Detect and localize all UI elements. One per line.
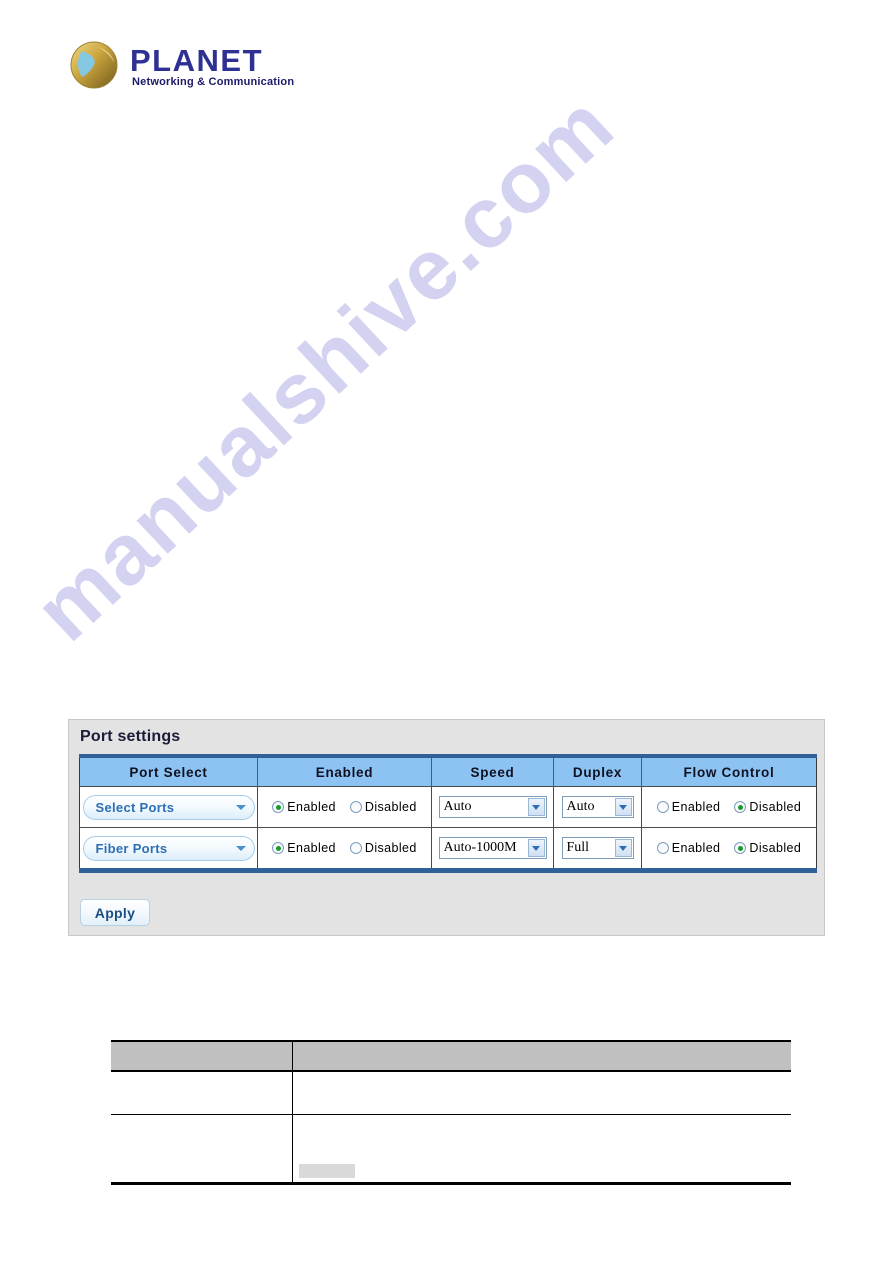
- column-header-port-select: Port Select: [79, 756, 258, 787]
- planet-logo-svg: PLANET Networking & Communication: [70, 41, 294, 89]
- chevron-down-icon[interactable]: [614, 839, 632, 857]
- cell-port-select: Fiber Ports: [79, 827, 258, 871]
- chevron-down-icon[interactable]: [614, 798, 632, 816]
- description-cell-text: [292, 1114, 791, 1185]
- description-cell-object: [111, 1114, 293, 1185]
- radio-enabled-off-row2[interactable]: Disabled: [349, 841, 417, 855]
- planet-logo: PLANET Networking & Communication: [68, 38, 338, 94]
- apply-button[interactable]: Apply: [80, 899, 150, 926]
- duplex-dropdown-value: Full: [566, 840, 590, 855]
- flow-control-radio-group-row1: Enabled Disabled: [642, 800, 816, 814]
- description-cell-object: [111, 1071, 293, 1115]
- description-table: [111, 1040, 791, 1185]
- duplex-dropdown-row1[interactable]: Auto: [561, 796, 634, 818]
- port-select-dropdown-fiber-ports[interactable]: Fiber Ports: [82, 835, 255, 861]
- radio-flow-on-row2[interactable]: Enabled: [656, 841, 721, 855]
- radio-button-icon[interactable]: [349, 842, 362, 854]
- radio-enabled-off-row1[interactable]: Disabled: [349, 800, 417, 814]
- port-settings-panel: Port settings Port Select Enabled Speed …: [68, 719, 825, 936]
- table-row: Fiber Ports Enabled Disabled Auto-1000M …: [79, 827, 817, 871]
- cell-flow-control: Enabled Disabled: [641, 827, 817, 871]
- description-table-row: [111, 1071, 791, 1115]
- inline-blank-chip: [298, 1163, 355, 1178]
- radio-enabled-on-row2[interactable]: Enabled: [272, 841, 336, 855]
- radio-button-icon[interactable]: [656, 801, 669, 813]
- speed-dropdown-value: Auto-1000M: [443, 840, 517, 855]
- chevron-down-icon[interactable]: [527, 798, 545, 816]
- enabled-radio-group-row1: Enabled Disabled: [258, 800, 431, 814]
- speed-dropdown-row2[interactable]: Auto-1000M: [438, 837, 547, 859]
- cell-duplex: Auto: [553, 786, 642, 828]
- radio-button-icon[interactable]: [272, 801, 285, 813]
- svg-text:PLANET: PLANET: [130, 43, 263, 78]
- watermark-text: manualshive.com: [16, 76, 633, 660]
- chevron-down-icon: [235, 804, 246, 810]
- table-header-row: Port Select Enabled Speed Duplex Flow Co…: [79, 756, 817, 787]
- description-header-object: [111, 1040, 293, 1072]
- radio-button-icon[interactable]: [734, 801, 747, 813]
- cell-port-select: Select Ports: [79, 786, 258, 828]
- description-header-description: [292, 1040, 791, 1072]
- radio-enabled-on-row1[interactable]: Enabled: [272, 800, 336, 814]
- chevron-down-icon[interactable]: [527, 839, 545, 857]
- radio-flow-off-row2[interactable]: Disabled: [734, 841, 801, 855]
- globe-icon: [70, 41, 118, 89]
- cell-enabled: Enabled Disabled: [257, 786, 432, 828]
- cell-speed: Auto-1000M: [431, 827, 554, 871]
- description-table-row: [111, 1114, 791, 1185]
- radio-button-icon[interactable]: [272, 842, 285, 854]
- panel-title: Port settings: [80, 728, 181, 745]
- brand-wordmark: PLANET: [130, 43, 263, 78]
- port-select-dropdown-label: Select Ports: [95, 799, 175, 815]
- port-select-dropdown-label: Fiber Ports: [95, 840, 168, 856]
- column-header-duplex: Duplex: [553, 756, 642, 787]
- duplex-dropdown-value: Auto: [566, 799, 595, 814]
- enabled-radio-group-row2: Enabled Disabled: [258, 841, 431, 855]
- flow-control-radio-group-row2: Enabled Disabled: [642, 841, 816, 855]
- cell-enabled: Enabled Disabled: [257, 827, 432, 871]
- apply-button-label: Apply: [94, 904, 136, 921]
- radio-button-icon[interactable]: [734, 842, 747, 854]
- description-cell-text: [292, 1071, 791, 1115]
- cell-speed: Auto: [431, 786, 554, 828]
- radio-flow-off-row1[interactable]: Disabled: [734, 800, 801, 814]
- cell-flow-control: Enabled Disabled: [641, 786, 817, 828]
- column-header-flow-control: Flow Control: [641, 756, 817, 787]
- cell-duplex: Full: [553, 827, 642, 871]
- table-row: Select Ports Enabled Disabled Auto Auto …: [79, 786, 817, 828]
- speed-dropdown-value: Auto: [443, 799, 472, 814]
- chevron-down-icon: [235, 845, 246, 851]
- radio-button-icon[interactable]: [656, 842, 669, 854]
- radio-flow-on-row1[interactable]: Enabled: [656, 800, 721, 814]
- radio-button-icon[interactable]: [349, 801, 362, 813]
- duplex-dropdown-row2[interactable]: Full: [561, 837, 634, 859]
- column-header-speed: Speed: [431, 756, 554, 787]
- speed-dropdown-row1[interactable]: Auto: [438, 796, 547, 818]
- column-header-enabled: Enabled: [257, 756, 432, 787]
- port-settings-table: Port Select Enabled Speed Duplex Flow Co…: [79, 754, 817, 873]
- port-select-dropdown-select-ports[interactable]: Select Ports: [82, 794, 255, 820]
- description-table-header-row: [111, 1040, 791, 1072]
- brand-tagline: Networking & Communication: [132, 76, 294, 88]
